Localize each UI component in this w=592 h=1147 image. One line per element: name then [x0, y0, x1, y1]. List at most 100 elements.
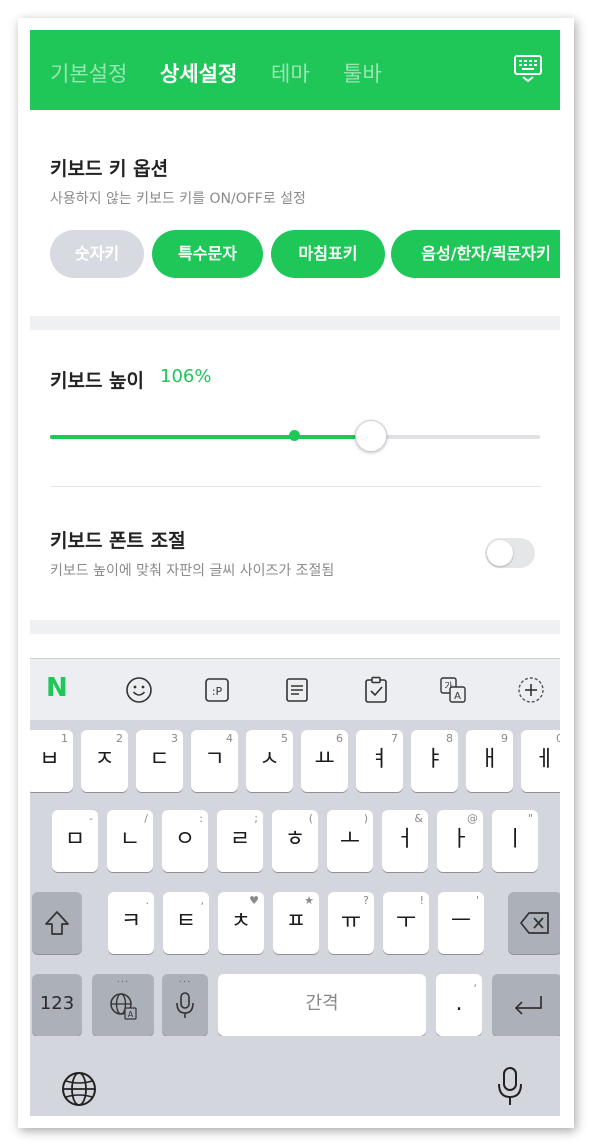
- row3-key[interactable]: .ㅋ: [108, 892, 154, 954]
- key-main-label: ㅋ: [120, 909, 142, 934]
- keyboard-icon[interactable]: [512, 52, 544, 84]
- translate-icon[interactable]: 가 A: [438, 675, 468, 705]
- key-main-label: ㅕ: [369, 747, 390, 772]
- clipboard-icon[interactable]: [361, 675, 391, 705]
- numbers-key-label: 123: [39, 993, 75, 1014]
- font-adjust-title: 키보드 폰트 조절: [50, 530, 186, 552]
- key-sub-label: ): [363, 812, 368, 825]
- key-main-label: ㅇ: [174, 827, 196, 852]
- key-sub-label: ;: [254, 812, 258, 825]
- key-main-label: ㅠ: [340, 909, 362, 934]
- row3-key[interactable]: ? ㅠ: [328, 892, 374, 954]
- backspace-key[interactable]: [508, 892, 560, 954]
- settings-header: 기본설정 상세설정 테마 툴바: [30, 30, 560, 110]
- key-sub-label: 2: [116, 732, 123, 745]
- voice-key[interactable]: ···: [162, 974, 208, 1036]
- enter-icon: [514, 996, 542, 1015]
- key-sub-label: 6: [336, 732, 343, 745]
- row2-key[interactable]: -ㅁ: [52, 810, 98, 872]
- row1-key[interactable]: 3ㄷ: [136, 730, 183, 792]
- chip-special-chars[interactable]: 특수문자: [152, 230, 263, 278]
- key-main-label: ㅓ: [394, 827, 416, 852]
- add-icon[interactable]: [516, 675, 546, 705]
- emoji-icon[interactable]: [124, 675, 154, 705]
- height-slider-fill: [50, 435, 371, 439]
- row3-key[interactable]: ,ㅌ: [163, 892, 209, 954]
- enter-key[interactable]: [492, 974, 560, 1036]
- divider: [50, 486, 542, 487]
- globe-icon[interactable]: [60, 1070, 98, 1108]
- screenshot-frame: 기본설정 상세설정 테마 툴바 키보드 키 옵션 사용하지 않는 키보드 키를 …: [18, 18, 574, 1128]
- row1-key[interactable]: 9ㅐ: [466, 730, 513, 792]
- row3-key[interactable]: ♥ ㅊ: [218, 892, 264, 954]
- tab-detail-settings[interactable]: 상세설정: [160, 58, 237, 88]
- row1-key[interactable]: 7ㅕ: [356, 730, 403, 792]
- key-sub-label: 0: [556, 732, 560, 745]
- chip-number-key[interactable]: 숫자키: [50, 230, 144, 278]
- key-main-label: ㅛ: [314, 747, 335, 772]
- row2-key[interactable]: & ㅓ: [382, 810, 428, 872]
- row2-key[interactable]: @ ㅏ: [437, 810, 483, 872]
- row1-key[interactable]: 1ㅂ: [30, 730, 73, 792]
- row1-key[interactable]: 5ㅅ: [246, 730, 293, 792]
- row3-key[interactable]: ! ㅜ: [383, 892, 429, 954]
- tab-toolbar[interactable]: 툴바: [343, 58, 382, 88]
- key-main-label: ㅗ: [339, 827, 361, 852]
- key-sub-label: :: [199, 812, 203, 825]
- key-sub-label: 5: [281, 732, 288, 745]
- tab-basic-settings[interactable]: 기본설정: [50, 58, 127, 88]
- row1-key[interactable]: 0ㅔ: [521, 730, 560, 792]
- row3-key[interactable]: ★ ㅍ: [273, 892, 319, 954]
- row2-key[interactable]: ) ㅗ: [327, 810, 373, 872]
- backspace-icon: [520, 912, 549, 934]
- tab-theme[interactable]: 테마: [271, 58, 310, 88]
- key-main-label: ㄱ: [204, 747, 225, 772]
- svg-text:A: A: [454, 691, 461, 702]
- key-main-label: ㅡ: [450, 909, 472, 934]
- font-adjust-toggle[interactable]: [485, 538, 535, 568]
- key-main-label: ㅣ: [504, 827, 526, 852]
- period-key-sub: ,: [473, 976, 478, 989]
- language-key[interactable]: ··· A: [92, 974, 154, 1036]
- row1-key[interactable]: 6ㅛ: [301, 730, 348, 792]
- row1-key[interactable]: 2ㅈ: [81, 730, 128, 792]
- key-sub-label: ': [475, 894, 479, 907]
- key-main-label: ㄴ: [119, 827, 141, 852]
- row3-key[interactable]: ' ㅡ: [438, 892, 484, 954]
- row2-key[interactable]: (ㅎ: [272, 810, 318, 872]
- space-key[interactable]: 간격: [218, 974, 426, 1036]
- period-key[interactable]: , .: [436, 974, 482, 1036]
- memo-icon[interactable]: [282, 675, 312, 705]
- numbers-key[interactable]: 123: [32, 974, 82, 1036]
- height-slider-thumb[interactable]: [354, 420, 387, 452]
- space-key-label: 간격: [305, 993, 339, 1014]
- key-sub-label: -: [89, 812, 93, 825]
- keyboard-bottom-bar: [30, 1036, 560, 1116]
- key-main-label: ㅈ: [94, 747, 115, 772]
- key-main-label: ㄹ: [229, 827, 251, 852]
- row1-key[interactable]: 4ㄱ: [191, 730, 238, 792]
- chip-period-key[interactable]: 마침표키: [271, 230, 385, 278]
- section-separator: [30, 316, 560, 330]
- section-separator-2: [30, 620, 560, 634]
- key-main-label: ㅎ: [284, 827, 306, 852]
- keyboard-toolbar: N :P 가 A: [30, 658, 560, 720]
- svg-text:A: A: [128, 1010, 134, 1019]
- chip-voice-hanja-quick-key[interactable]: 음성/한자/퀵문자키: [391, 230, 560, 278]
- row2-key[interactable]: ; ㄹ: [217, 810, 263, 872]
- dictation-mic-icon[interactable]: [496, 1066, 524, 1108]
- emoticon-icon[interactable]: :P: [202, 675, 232, 705]
- row2-key[interactable]: / ㄴ: [107, 810, 153, 872]
- key-sub-label: ?: [363, 894, 369, 907]
- row2-key[interactable]: " ㅣ: [492, 810, 538, 872]
- key-main-label: ㅊ: [230, 909, 252, 934]
- globe-lang-icon: A: [110, 993, 137, 1020]
- shift-key[interactable]: [32, 892, 82, 954]
- key-sub-label: ,: [200, 894, 205, 907]
- key-sub-label: .: [145, 894, 150, 907]
- shift-icon: [45, 911, 69, 935]
- naver-n-logo[interactable]: N: [46, 673, 68, 703]
- row2-key[interactable]: :ㅇ: [162, 810, 208, 872]
- row1-key[interactable]: 8ㅑ: [411, 730, 458, 792]
- key-more-dots: ···: [116, 977, 130, 988]
